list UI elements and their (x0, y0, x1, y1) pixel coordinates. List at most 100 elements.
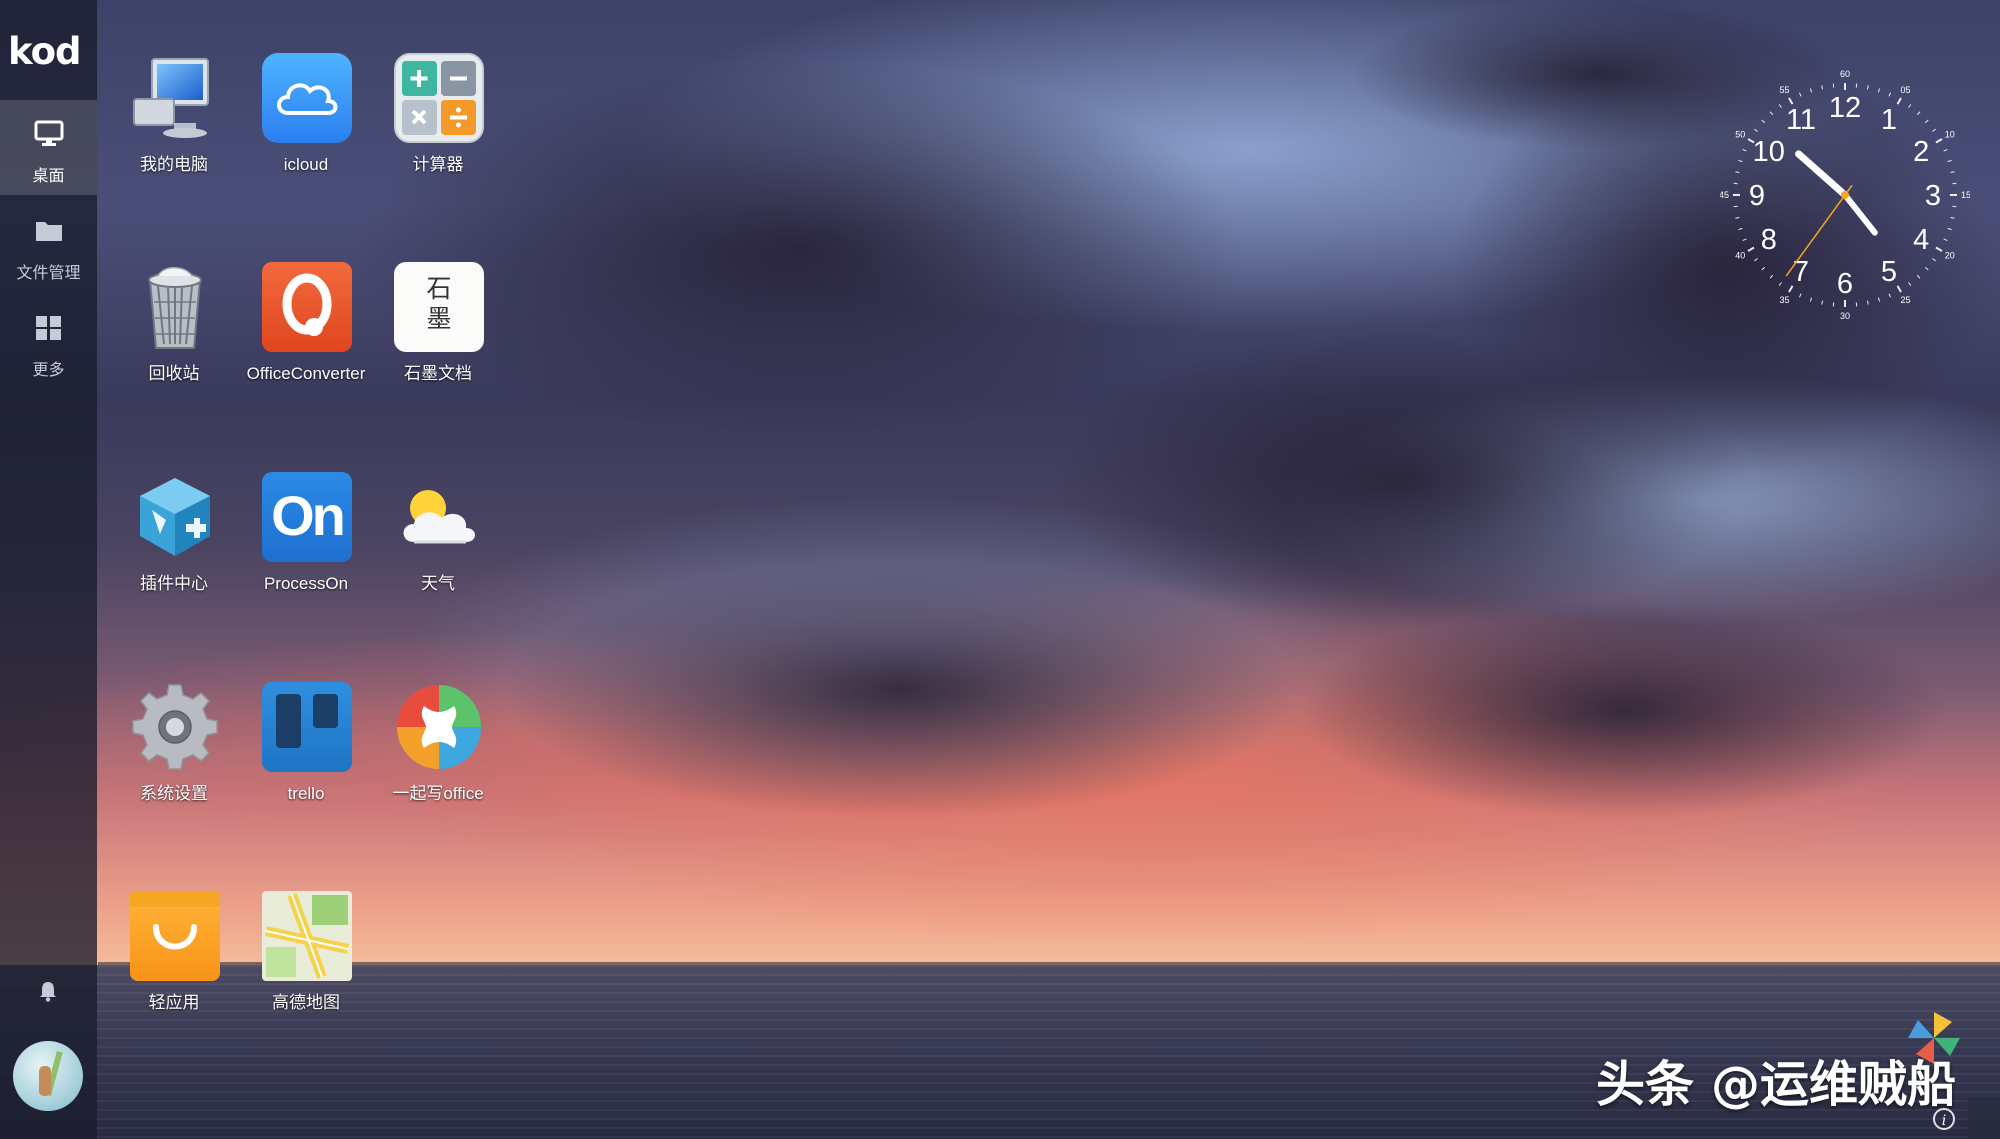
clock-tick (1916, 274, 1921, 279)
sidebar-item-file-manager[interactable]: 文件管理 (0, 197, 97, 292)
clock-hour-number: 8 (1761, 224, 1777, 256)
clock-tick (1888, 293, 1892, 298)
clock-tick (1754, 258, 1758, 262)
app-light-apps[interactable]: 轻应用 (108, 891, 240, 1091)
clock-tick (1908, 282, 1912, 286)
clock-hour-number: 10 (1753, 136, 1785, 168)
clock-tick (1761, 119, 1766, 124)
app-label: ProcessOn (263, 574, 349, 593)
clock-minute-label: 05 (1900, 85, 1910, 95)
sidebar-item-desktop[interactable]: 桌面 (0, 100, 97, 195)
clock-tick (1769, 274, 1774, 279)
clock-tick (1896, 97, 1902, 105)
clock-tick (1896, 285, 1902, 293)
clock-tick (1738, 227, 1743, 231)
gear-icon (132, 684, 218, 770)
clock-tick (1877, 297, 1881, 302)
shimo-icon-text: 石 墨 (426, 274, 452, 333)
app-shimo-docs[interactable]: 石 墨 石墨文档 (372, 262, 504, 462)
app-label: 系统设置 (140, 784, 208, 803)
monitor-icon (34, 120, 64, 146)
sidebar-item-more[interactable]: 更多 (0, 294, 97, 389)
clock-minute-label: 15 (1961, 190, 1970, 200)
folder-icon (36, 222, 62, 241)
corner-panel (1968, 1098, 2000, 1139)
app-amap[interactable]: 高德地图 (240, 891, 372, 1091)
clock-hour-number: 12 (1829, 92, 1861, 124)
clock-tick (1778, 104, 1782, 108)
app-label: 天气 (421, 574, 455, 593)
clock-tick (1935, 138, 1943, 144)
office-converter-icon (262, 262, 352, 352)
clock-tick (1738, 159, 1743, 163)
map-icon (262, 891, 352, 981)
clock-tick (1950, 171, 1955, 174)
user-avatar[interactable] (13, 1041, 83, 1111)
plugin-center-icon (140, 478, 210, 556)
clock-tick (1908, 104, 1912, 108)
clock-minute-label: 55 (1779, 85, 1789, 95)
clock-tick (1932, 258, 1936, 262)
wallpaper-horizon (98, 962, 2000, 965)
clock-tick (1809, 88, 1813, 93)
app-weather[interactable]: 天气 (372, 472, 504, 672)
clock-minute-label: 20 (1945, 251, 1955, 261)
app-label: 计算器 (412, 155, 464, 174)
clock-tick (1821, 85, 1824, 90)
analog-clock-widget[interactable]: 60051015202530354045505512 1234567891011 (1720, 70, 1970, 320)
clock-tick (1866, 300, 1869, 305)
recycle-bin-icon (148, 267, 202, 349)
clock-minute-label: 50 (1735, 130, 1745, 140)
clock-hour-number: 6 (1837, 268, 1853, 300)
wallpaper-cloud (500, 560, 1300, 820)
app-officeconverter[interactable]: OfficeConverter (240, 262, 372, 462)
clock-tick (1950, 216, 1955, 219)
app-calculator[interactable]: 计算器 (372, 53, 504, 253)
watermark-text: 头条 @运维贼船 (1596, 1056, 1957, 1113)
clock-tick (1888, 92, 1892, 97)
clock-tick (1778, 282, 1782, 286)
clock-second-hand (1785, 184, 1853, 277)
app-recycle-bin[interactable]: 回收站 (108, 262, 240, 462)
yiqixie-icon (397, 685, 481, 769)
bell-icon[interactable] (38, 980, 58, 1002)
processon-icon: On (262, 472, 352, 562)
app-label: 石墨文档 (404, 364, 472, 383)
info-button[interactable]: i (1933, 1108, 1955, 1130)
sidebar-item-label: 文件管理 (16, 265, 81, 282)
clock-minute-label: 10 (1945, 130, 1955, 140)
clock-minute-label: 35 (1779, 295, 1789, 305)
clock-minute-hand (1842, 192, 1878, 236)
processon-icon-text: On (271, 484, 346, 547)
clock-tick (1735, 216, 1740, 219)
app-system-settings[interactable]: 系统设置 (108, 682, 240, 882)
grid-icon (36, 316, 61, 340)
clock-center-pin (1841, 191, 1849, 199)
clock-hour-number: 5 (1881, 256, 1897, 288)
app-processon[interactable]: On ProcessOn (240, 472, 372, 672)
app-label: 我的电脑 (140, 155, 208, 174)
clock-tick (1761, 266, 1766, 271)
clock-tick (1935, 246, 1943, 252)
avatar-figure (39, 1066, 51, 1096)
app-trello[interactable]: trello (240, 682, 372, 882)
kod-logo[interactable]: kod (8, 30, 90, 73)
app-plugin-center[interactable]: 插件中心 (108, 472, 240, 672)
app-my-computer[interactable]: 我的电脑 (108, 53, 240, 253)
clock-tick (1809, 297, 1813, 302)
clock-hour-number: 1 (1881, 104, 1897, 136)
computer-icon (133, 58, 209, 138)
clock-tick (1924, 119, 1929, 124)
app-yiqixie-office[interactable]: 一起写office (372, 682, 504, 882)
clock-tick (1947, 227, 1952, 231)
clock-minute-label: 45 (1720, 190, 1729, 200)
clock-tick (1866, 85, 1869, 90)
clock-tick (1877, 88, 1881, 93)
app-label: icloud (283, 155, 329, 174)
clock-minute-label: 30 (1840, 311, 1850, 320)
clock-tick (1916, 111, 1921, 116)
weather-icon (403, 490, 475, 544)
app-label: 回收站 (148, 364, 200, 383)
clock-hour-hand (1795, 150, 1849, 199)
app-icloud[interactable]: icloud (240, 53, 372, 253)
